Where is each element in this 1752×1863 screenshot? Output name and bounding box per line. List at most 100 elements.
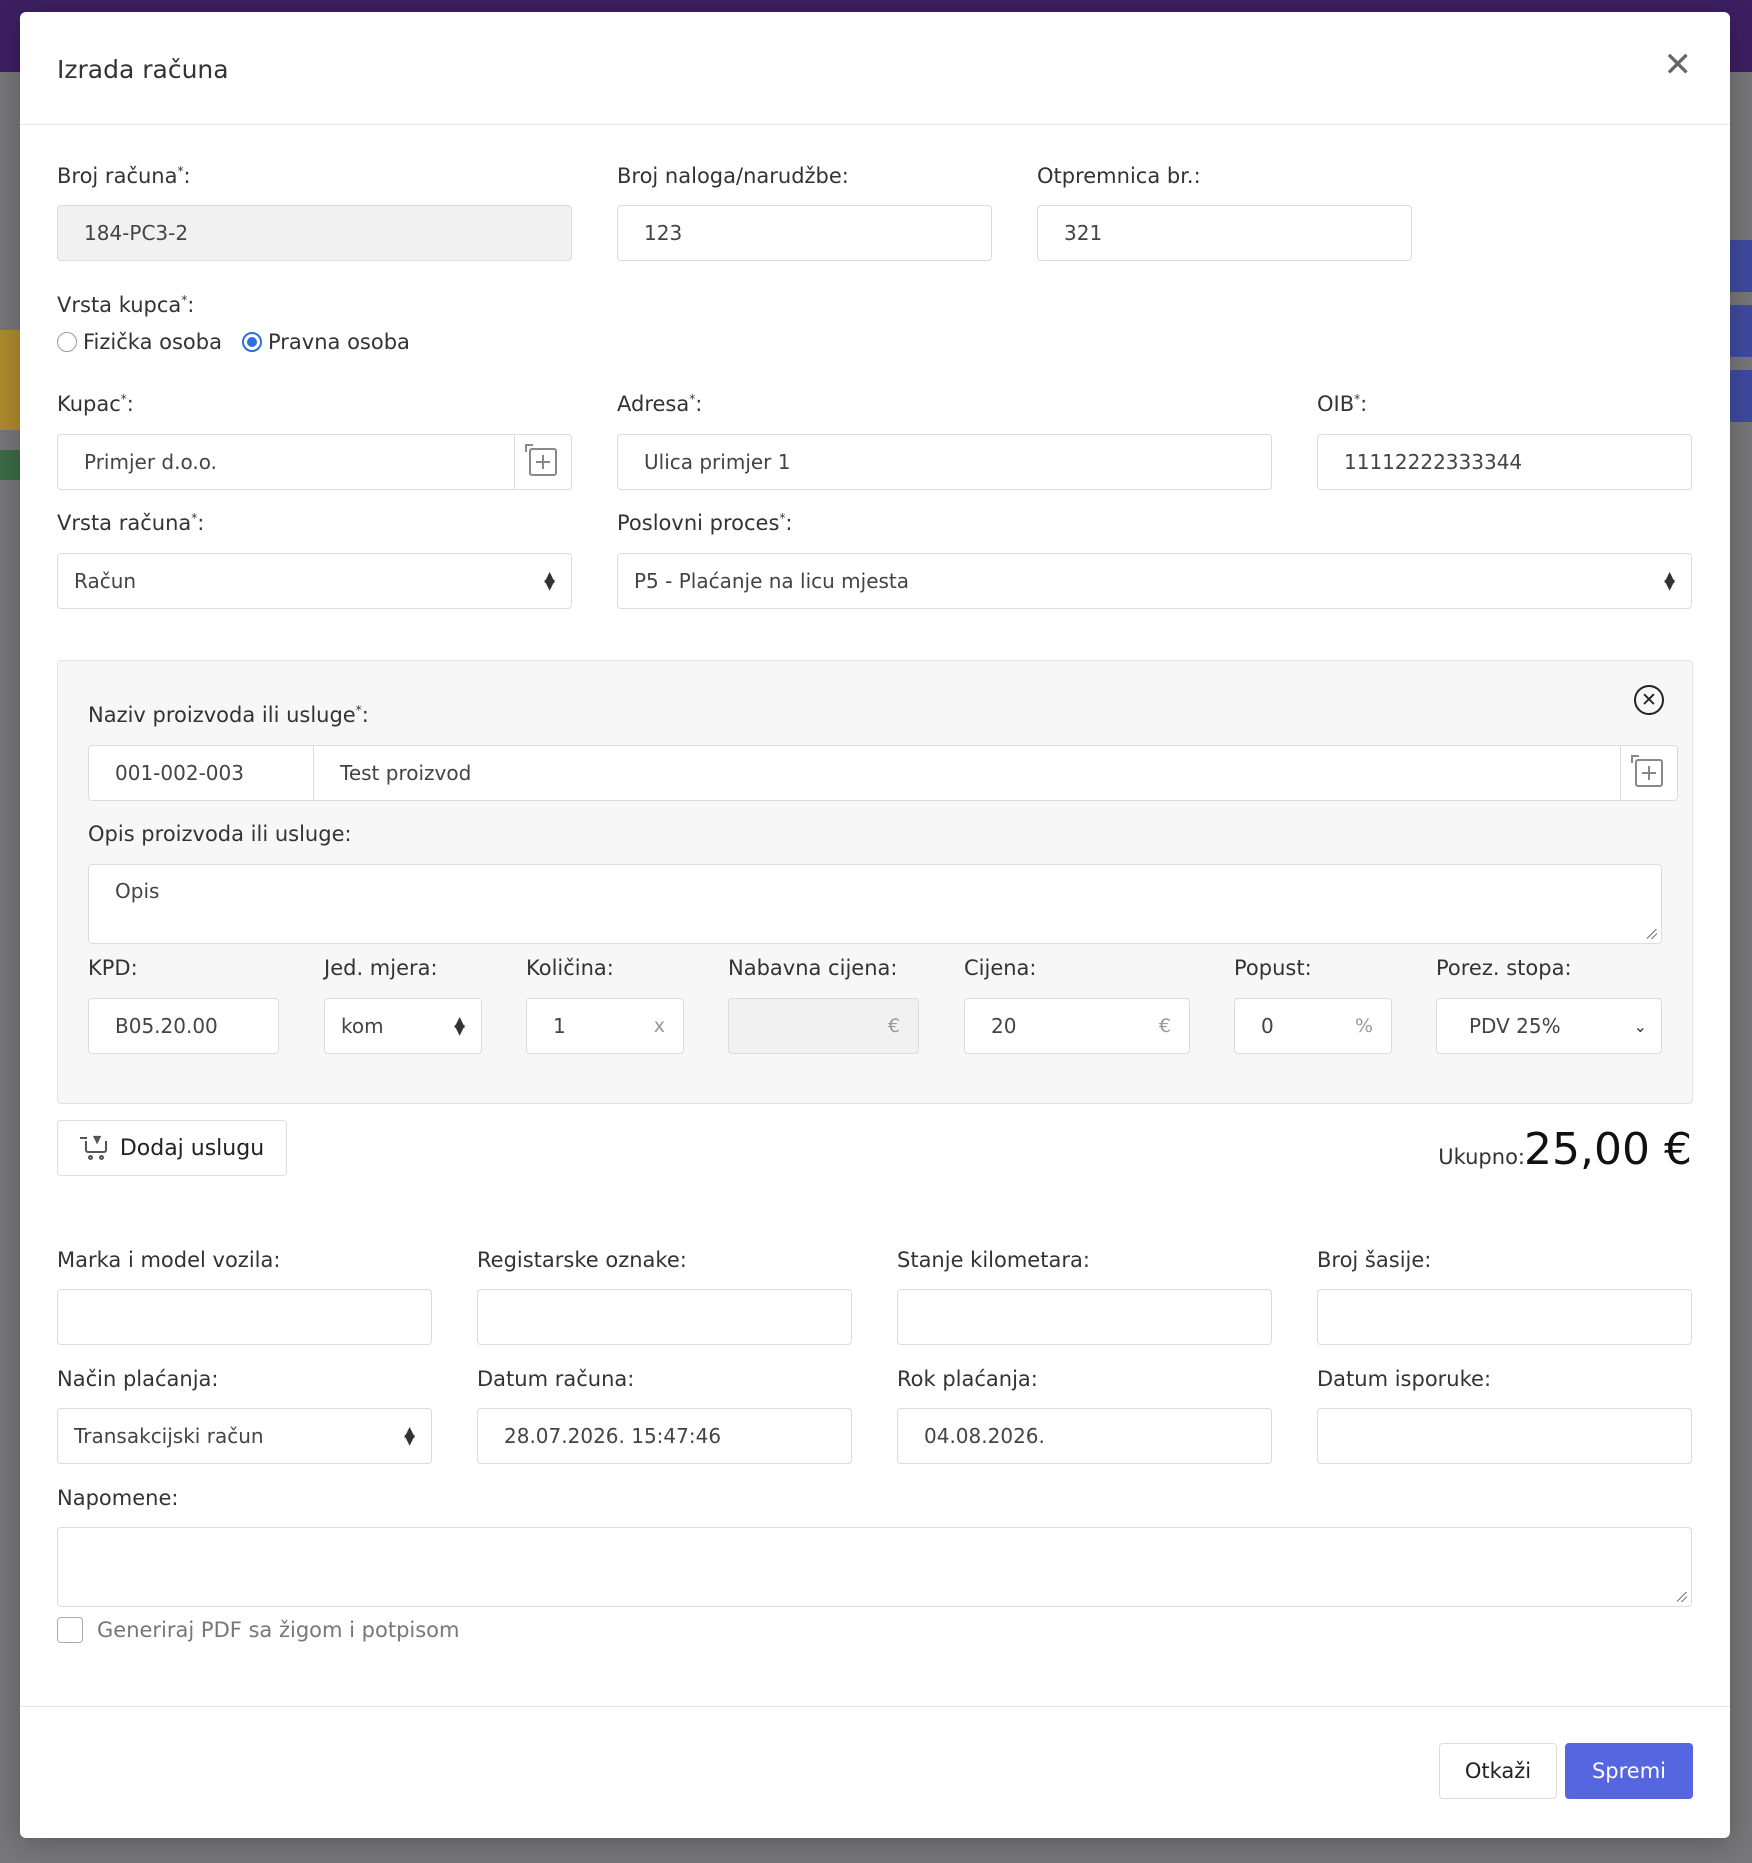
discount-label: Popust: [1234,956,1312,980]
purchase-price-field[interactable]: € [728,998,919,1054]
select-value: P5 - Plaćanje na licu mjesta [634,569,910,593]
business-process-select[interactable]: P5 - Plaćanje na licu mjesta ▲ ▼ [617,553,1692,609]
due-date-field[interactable]: 04.08.2026. [897,1408,1272,1464]
modal-title: Izrada računa [57,55,229,84]
chevron-down-icon: ⌄ [1633,1016,1647,1036]
purchase-price-label: Nabavna cijena: [728,956,898,980]
buyer-field[interactable]: Primjer d.o.o. [57,434,515,490]
total-label: Ukupno: [1438,1145,1525,1169]
quantity-field[interactable]: 1 x [526,998,684,1054]
add-item-button[interactable] [1620,745,1678,801]
cart-add-icon: ▼ [79,1133,110,1161]
radio-label: Fizička osoba [83,330,222,354]
delivery-note-field[interactable]: 321 [1037,205,1412,261]
select-value: PDV 25% [1469,1014,1561,1038]
item-name-label: Naziv proizvoda ili usluge*: [88,703,369,727]
total-value: 25,00 € [1524,1124,1692,1175]
add-square-icon [1631,755,1663,787]
oib-field[interactable]: 11112222333344 [1317,434,1692,490]
resize-grip-icon[interactable] [1647,929,1657,939]
item-code-field[interactable]: 001-002-003 [88,745,314,801]
price-field[interactable]: 20 € [964,998,1190,1054]
radio-label: Pravna osoba [268,330,410,354]
sort-arrows-icon: ▲ ▼ [544,569,555,593]
pdf-stamp-checkbox[interactable]: Generiraj PDF sa žigom i potpisom [57,1617,459,1643]
chassis-field[interactable] [1317,1289,1692,1345]
address-label: Adresa*: [617,392,703,416]
radio-natural-person[interactable]: Fizička osoba [57,330,222,354]
remove-item-icon[interactable]: ✕ [1634,685,1664,715]
delivery-date-label: Datum isporuke: [1317,1367,1492,1391]
vehicle-make-field[interactable] [57,1289,432,1345]
mileage-field[interactable] [897,1289,1272,1345]
plates-label: Registarske oznake: [477,1248,687,1272]
save-button[interactable]: Spremi [1565,1743,1693,1799]
close-icon[interactable]: ✕ [1664,48,1693,82]
radio-circle-selected[interactable] [242,332,262,352]
percent-icon: % [1354,1015,1373,1037]
address-field[interactable]: Ulica primjer 1 [617,434,1272,490]
business-process-label: Poslovni proces*: [617,511,793,535]
add-square-icon [525,444,557,476]
tax-rate-label: Porez. stopa: [1436,956,1572,980]
add-service-label: Dodaj uslugu [119,1135,265,1161]
select-value: Račun [74,569,137,593]
backdrop-badge [0,450,20,480]
textarea-value: Opis [115,879,160,903]
item-description-label: Opis proizvoda ili usluge: [88,822,352,846]
sort-arrows-icon: ▲ ▼ [454,1014,465,1038]
kpd-label: KPD: [88,956,138,980]
select-value: Transakcijski račun [74,1424,264,1448]
backdrop-button [1728,305,1752,357]
backdrop-badge [0,330,20,430]
vehicle-make-label: Marka i model vozila: [57,1248,281,1272]
checkbox-label: Generiraj PDF sa žigom i potpisom [97,1618,460,1642]
add-buyer-button[interactable] [514,434,572,490]
invoice-modal: Izrada računa ✕ Broj računa*: 184-PC3-2 … [20,12,1730,1838]
invoice-type-select[interactable]: Račun ▲ ▼ [57,553,572,609]
unit-select[interactable]: kom ▲ ▼ [324,998,482,1054]
due-date-label: Rok plaćanja: [897,1367,1038,1391]
order-number-field[interactable]: 123 [617,205,992,261]
select-value: kom [341,1014,384,1038]
notes-label: Napomene: [57,1486,179,1510]
invoice-date-label: Datum računa: [477,1367,635,1391]
invoice-type-label: Vrsta računa*: [57,511,205,535]
price-label: Cijena: [964,956,1037,980]
radio-circle[interactable] [57,332,77,352]
sort-arrows-icon: ▲ ▼ [404,1424,415,1448]
discount-field[interactable]: 0 % [1234,998,1392,1054]
euro-icon: € [887,1015,900,1037]
radio-legal-entity[interactable]: Pravna osoba [242,330,410,354]
item-name-field[interactable]: Test proizvod [313,745,1621,801]
item-panel: ✕ Naziv proizvoda ili usluge*: 001-002-0… [57,660,1693,1104]
cancel-button[interactable]: Otkaži [1439,1743,1557,1799]
modal-footer: Otkaži Spremi [20,1706,1730,1838]
tax-rate-select[interactable]: PDV 25% ⌄ [1436,998,1662,1054]
add-service-button[interactable]: ▼ Dodaj uslugu [57,1120,287,1176]
notes-textarea[interactable] [57,1527,1692,1607]
delivery-date-field[interactable] [1317,1408,1692,1464]
item-description-textarea[interactable]: Opis [88,864,1662,944]
order-number-label: Broj naloga/narudžbe: [617,164,849,188]
resize-grip-icon[interactable] [1677,1592,1687,1602]
buyer-label: Kupac*: [57,392,134,416]
payment-method-select[interactable]: Transakcijski račun ▲ ▼ [57,1408,432,1464]
plates-field[interactable] [477,1289,852,1345]
unit-label: Jed. mjera: [324,956,438,980]
modal-header: Izrada računa ✕ [20,12,1730,125]
quantity-label: Količina: [526,956,614,980]
input-value: 20 [991,1014,1017,1038]
delivery-note-label: Otpremnica br.: [1037,164,1201,188]
invoice-date-field[interactable]: 28.07.2026. 15:47:46 [477,1408,852,1464]
euro-icon: € [1158,1015,1171,1037]
invoice-number-field[interactable]: 184-PC3-2 [57,205,572,261]
input-value: 0 [1261,1014,1274,1038]
multiply-suffix: x [653,1015,665,1037]
oib-label: OIB*: [1317,392,1368,416]
backdrop-button [1728,240,1752,292]
backdrop-button [1728,370,1752,422]
kpd-field[interactable]: B05.20.00 [88,998,279,1054]
chassis-label: Broj šasije: [1317,1248,1432,1272]
checkbox-box[interactable] [57,1617,83,1643]
